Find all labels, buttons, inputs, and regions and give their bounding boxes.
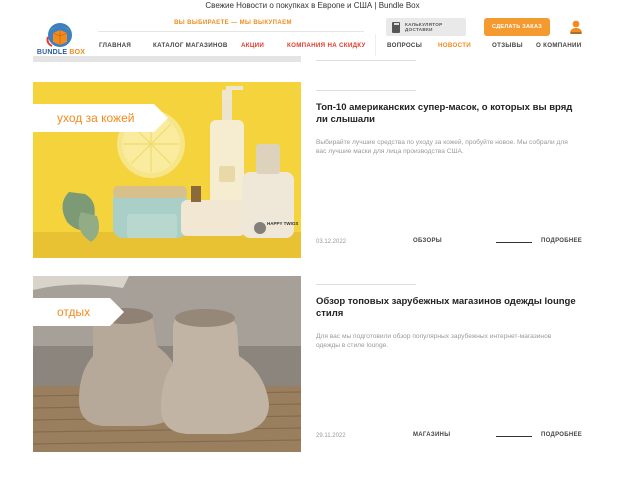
previous-article-image[interactable]: [33, 56, 301, 62]
nav-reviews[interactable]: ОТЗЫВЫ: [492, 42, 523, 49]
read-more-link[interactable]: ПОДРОБНЕЕ: [541, 432, 582, 438]
nav-company-discount[interactable]: КОМПАНИЯ НА СКИДКУ: [287, 42, 366, 49]
article-tag[interactable]: отдых: [33, 298, 125, 326]
article-category-link[interactable]: МАГАЗИНЫ: [413, 432, 450, 438]
calculator-icon: [392, 21, 400, 33]
article-date: 29.11.2022: [316, 433, 346, 439]
bottle-brand-label: HAPPY TWIGS: [267, 221, 298, 226]
window-title: Свежие Новости о покупках в Европе и США…: [205, 1, 420, 10]
article-image-lounge[interactable]: отдых: [33, 276, 301, 452]
site-header: BUNDLE BOX ВЫ ВЫБИРАЕТЕ — МЫ ВЫКУПАЕМ КА…: [0, 14, 625, 62]
article-date: 03.12.2022: [316, 239, 347, 245]
article-image-skincare[interactable]: HAPPY TWIGS уход за кожей: [33, 82, 301, 258]
article-tag[interactable]: уход за кожей: [33, 104, 169, 132]
read-more-line: [496, 242, 532, 243]
read-more-line: [496, 436, 532, 437]
delivery-calculator-button[interactable]: КАЛЬКУЛЯТОР ДОСТАВКИ: [386, 18, 466, 36]
article-category-link[interactable]: ОБЗОРЫ: [413, 238, 442, 244]
article-title[interactable]: Обзор топовых зарубежных магазинов одежд…: [316, 296, 586, 320]
nav-store-catalog[interactable]: КАТАЛОГ МАГАЗИНОВ: [153, 42, 228, 49]
nav-divider: [375, 34, 376, 56]
article-description: Выбирайте лучшие средства по уходу за ко…: [316, 139, 568, 155]
article-card: отдых Обзор топовых зарубежных магазинов…: [33, 276, 601, 452]
nav-questions[interactable]: ВОПРОСЫ: [387, 42, 422, 49]
logo-text: BUNDLE BOX: [36, 49, 86, 56]
article-card: HAPPY TWIGS уход за кожей Топ-10 америка…: [33, 82, 601, 258]
article-divider: [316, 284, 416, 285]
article-divider: [316, 90, 416, 91]
article-divider: [316, 60, 416, 61]
article-title[interactable]: Топ-10 американских супер-масок, о котор…: [316, 102, 586, 126]
nav-promotions[interactable]: АКЦИИ: [241, 42, 264, 49]
nav-about[interactable]: О КОМПАНИИ: [536, 42, 582, 49]
slogan-divider: [98, 31, 364, 32]
logo-box-icon: [46, 23, 72, 47]
read-more-link[interactable]: ПОДРОБНЕЕ: [541, 238, 582, 244]
nav-home[interactable]: ГЛАВНАЯ: [99, 42, 131, 49]
place-order-button[interactable]: СДЕЛАТЬ ЗАКАЗ: [484, 18, 550, 36]
nav-news[interactable]: НОВОСТИ: [438, 42, 471, 49]
article-description: Для вас мы подготовили обзор популярных …: [316, 333, 552, 349]
calculator-label: КАЛЬКУЛЯТОР ДОСТАВКИ: [405, 21, 443, 33]
slogan: ВЫ ВЫБИРАЕТЕ — МЫ ВЫКУПАЕМ: [174, 20, 292, 26]
user-account-icon[interactable]: [568, 19, 584, 35]
